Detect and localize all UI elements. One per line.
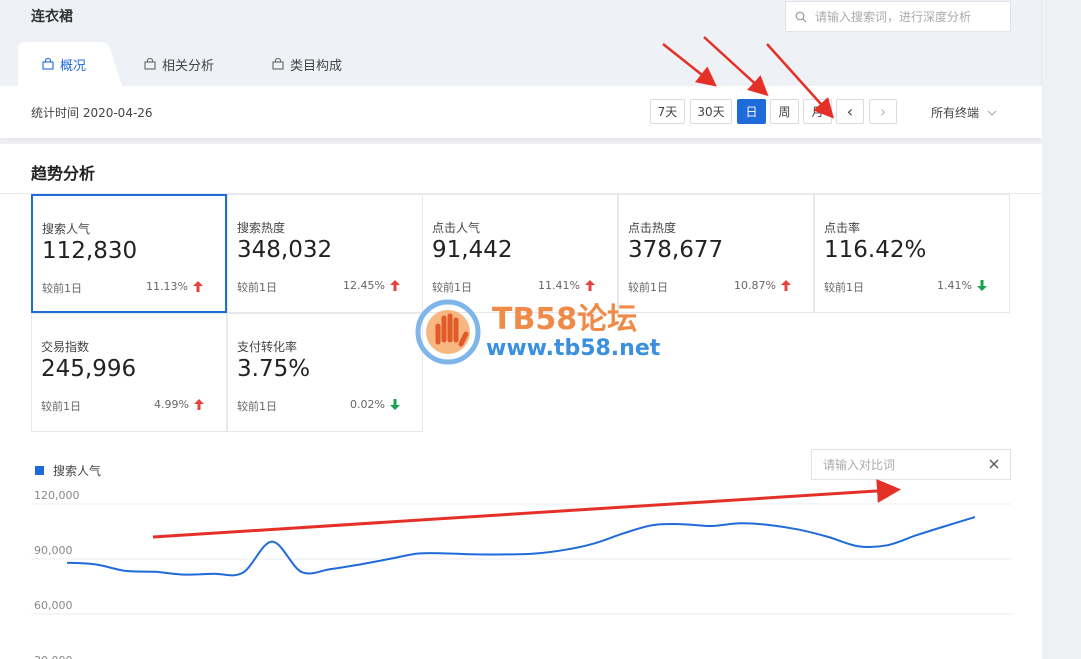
watermark-title: TB58论坛 — [492, 302, 638, 337]
watermark-url: www.tb58.net — [486, 336, 661, 361]
page: 连衣裙 概况 相关分析 类目构成 统计时间 2020-04-26 7天 30天 … — [0, 0, 1081, 659]
hand-logo-icon — [415, 299, 481, 365]
series-line[interactable] — [66, 516, 976, 577]
forum-watermark: TB58论坛 www.tb58.net — [414, 290, 674, 370]
